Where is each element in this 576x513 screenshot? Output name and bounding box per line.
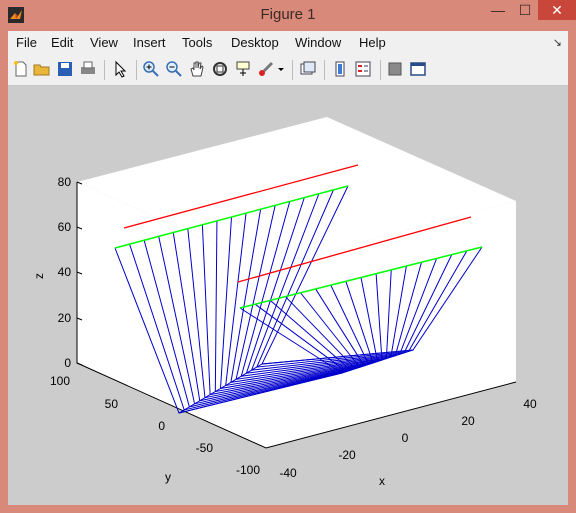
zoom-in-icon[interactable] [142,60,160,78]
y-tick-label: 100 [50,374,70,388]
y-axis-label: y [165,470,171,484]
menu-help[interactable]: Help [359,35,386,50]
x-tick-label: -40 [279,466,297,480]
dropdown-arrow-icon[interactable] [276,60,286,78]
figure-canvas: 0 20 40 60 80 z 100 50 0 -50 -100 y -40 … [8,86,568,505]
z-tick-label: 0 [64,356,71,370]
colorbar-icon[interactable] [331,60,349,78]
rotate-3d-icon[interactable] [211,60,229,78]
hide-plot-tools-icon[interactable] [386,60,404,78]
dock-arrow-icon[interactable]: ↘ [553,36,562,49]
edit-plot-arrow-icon[interactable] [111,60,129,78]
legend-icon[interactable] [354,60,372,78]
z-tick-label: 60 [58,220,72,234]
menu-bar: File Edit View Insert Tools Desktop Wind… [8,31,568,55]
open-file-icon[interactable] [33,60,51,78]
z-tick-label: 80 [58,175,72,189]
menu-view[interactable]: View [90,35,118,50]
toolbar-separator [380,60,381,80]
menu-file[interactable]: File [16,35,37,50]
title-bar[interactable]: Figure 1 — ☐ ✕ [0,0,576,31]
z-axis-label: z [32,273,46,279]
close-button[interactable]: ✕ [538,0,576,20]
menu-window[interactable]: Window [295,35,341,50]
y-tick-label: -50 [196,441,214,455]
x-tick-label: -20 [338,448,356,462]
save-icon[interactable] [56,60,74,78]
maximize-button[interactable]: ☐ [512,0,538,20]
menu-insert[interactable]: Insert [133,35,166,50]
z-axis: 0 20 40 60 80 z [32,175,83,370]
toolbar-separator [104,60,105,80]
brush-icon[interactable] [257,60,275,78]
pan-hand-icon[interactable] [188,60,206,78]
data-cursor-icon[interactable] [234,60,252,78]
y-tick-label: 0 [158,419,165,433]
z-tick-label: 20 [58,311,72,325]
toolbar-separator [324,60,325,80]
toolbar-separator [136,60,137,80]
menu-desktop[interactable]: Desktop [231,35,279,50]
zoom-out-icon[interactable] [165,60,183,78]
z-tick-label: 40 [58,265,72,279]
figure-toolbar [8,55,568,86]
menu-edit[interactable]: Edit [51,35,73,50]
x-tick-label: 20 [461,414,475,428]
y-tick-label: -100 [236,463,260,477]
menu-tools[interactable]: Tools [182,35,212,50]
x-tick-label: 40 [523,397,537,411]
y-tick-label: 50 [105,397,119,411]
new-figure-icon[interactable] [12,60,30,78]
print-icon[interactable] [79,60,97,78]
toolbar-separator [292,60,293,80]
show-plot-tools-icon[interactable] [409,60,427,78]
minimize-button[interactable]: — [484,0,512,20]
surface-plot[interactable]: 0 20 40 60 80 z 100 50 0 -50 -100 y -40 … [8,86,568,505]
link-plot-icon[interactable] [299,60,317,78]
figure-window: Figure 1 — ☐ ✕ File Edit View Insert Too… [0,0,576,513]
x-tick-label: 0 [402,431,409,445]
x-axis-label: x [379,474,385,488]
